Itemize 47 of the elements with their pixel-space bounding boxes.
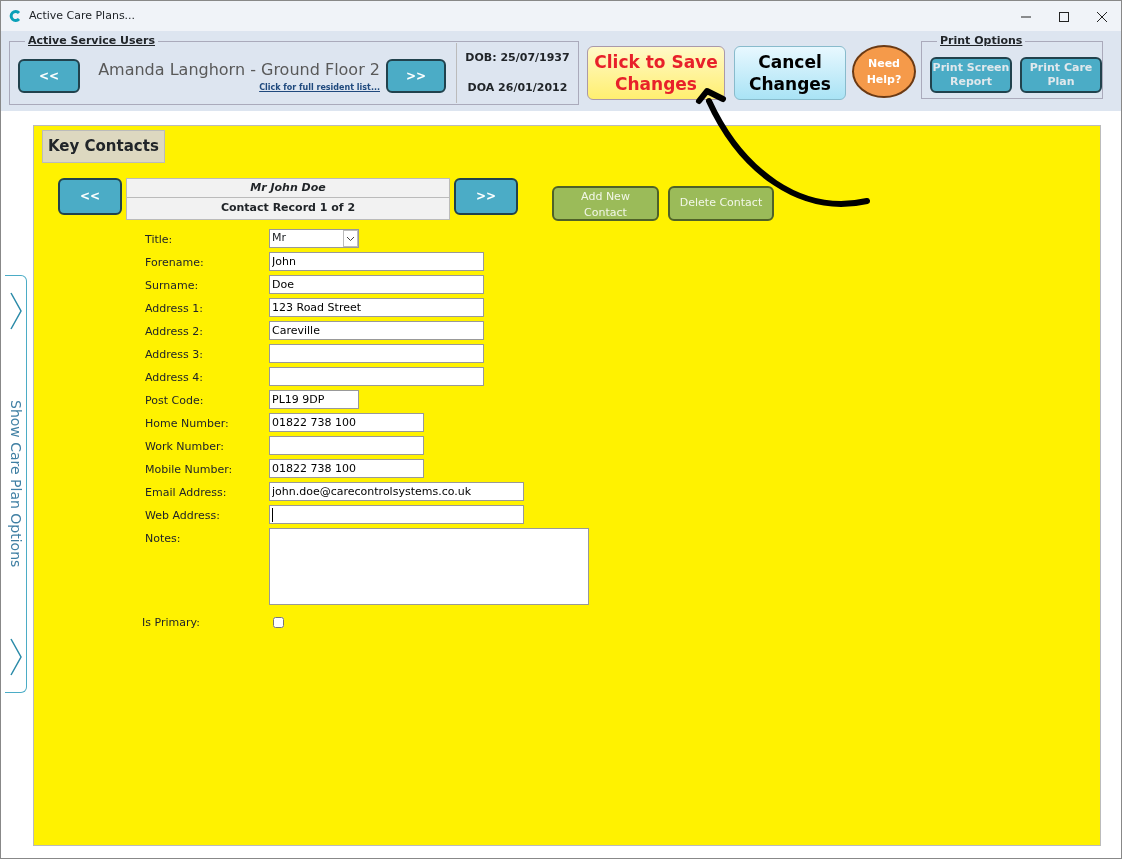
field-label: Forename: (145, 254, 205, 271)
text-field[interactable] (269, 343, 484, 363)
field-label: Is Primary: (142, 614, 201, 631)
record-counter: Contact Record 1 of 2 (219, 200, 357, 216)
side-panel-tab[interactable]: Show Care Plan Options (5, 275, 27, 693)
field-label: Notes: (145, 530, 182, 547)
date-of-admission: DOA 26/01/2012 (467, 79, 568, 96)
save-changes-button[interactable]: Click to Save Changes (587, 46, 725, 100)
text-field[interactable] (269, 435, 424, 455)
field-label: Web Address: (145, 507, 221, 524)
text-field[interactable]: 01822 738 100 (269, 458, 424, 478)
text-field[interactable]: 123 Road Street (269, 297, 484, 317)
field-label: Surname: (145, 277, 200, 294)
text-field[interactable]: John (269, 251, 484, 271)
field-label: Address 4: (145, 369, 204, 386)
cancel-changes-button[interactable]: Cancel Changes (734, 46, 846, 100)
chevron-right-icon (9, 638, 22, 676)
close-icon (1097, 11, 1107, 22)
resident-name: Amanda Langhorn - Ground Floor 2 (98, 59, 380, 81)
notes-field[interactable] (269, 527, 589, 605)
field-label: Address 1: (145, 300, 204, 317)
text-field[interactable]: Careville (269, 320, 484, 340)
field-label: Email Address: (145, 484, 228, 501)
field-label: Address 3: (145, 346, 204, 363)
title-dropdown[interactable]: Mr (269, 228, 359, 248)
field-label: Address 2: (145, 323, 204, 340)
field-label: Post Code: (145, 392, 205, 409)
text-field[interactable] (269, 504, 524, 524)
text-field[interactable]: 01822 738 100 (269, 412, 424, 432)
side-panel-label: Show Care Plan Options (7, 400, 25, 568)
field-label: Home Number: (145, 415, 230, 432)
text-field[interactable] (269, 366, 484, 386)
contact-name: Mr John Doe (127, 178, 449, 198)
text-field[interactable]: Doe (269, 274, 484, 294)
section-heading: Key Contacts (42, 130, 165, 163)
resident-list-link[interactable]: Click for full resident list... (259, 82, 380, 94)
maximize-icon (1059, 11, 1069, 22)
text-field[interactable]: john.doe@carecontrolsystems.co.uk (269, 481, 524, 501)
primary-checkbox[interactable] (273, 616, 284, 628)
chevron-right-icon (9, 292, 22, 330)
text-field[interactable]: PL19 9DP (269, 389, 359, 409)
app-logo-icon (9, 10, 21, 22)
field-label: Mobile Number: (145, 461, 234, 478)
window-title: Active Care Plans... (29, 7, 136, 24)
field-label: Work Number: (145, 438, 226, 455)
date-of-birth: DOB: 25/07/1937 (465, 49, 570, 66)
field-label: Title: (145, 231, 174, 248)
